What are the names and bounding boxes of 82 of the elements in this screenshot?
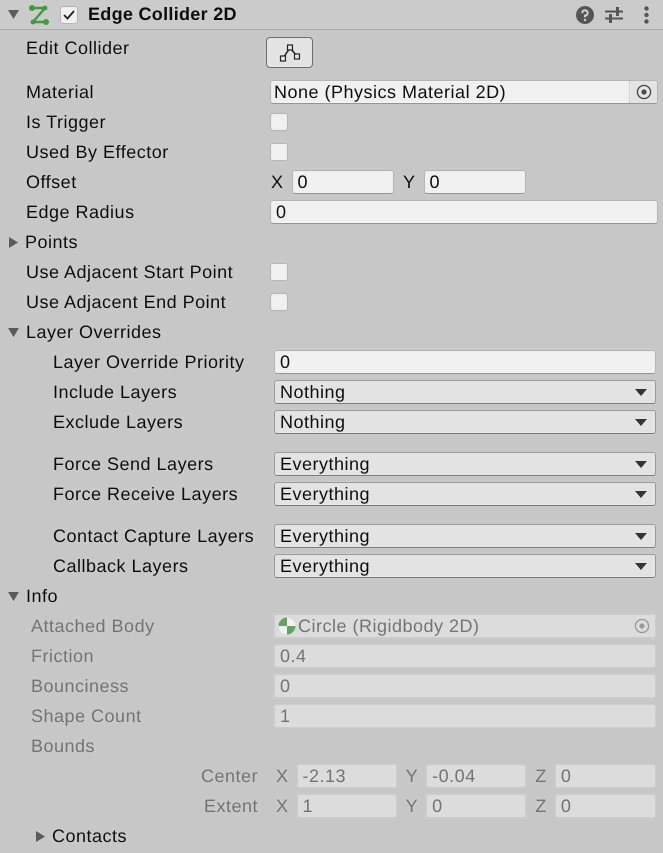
object-field[interactable]: None (Physics Material 2D)	[270, 80, 658, 104]
checkbox[interactable]	[270, 113, 288, 131]
checkbox[interactable]	[270, 143, 288, 161]
caret-down-icon[interactable]	[8, 328, 19, 336]
number-field[interactable]: 0	[274, 350, 656, 374]
enable-checkbox[interactable]	[60, 6, 78, 24]
property-label: Material	[26, 82, 94, 102]
axis-label: Y	[403, 171, 416, 194]
checkbox[interactable]	[270, 263, 288, 281]
number-field: 1	[296, 794, 397, 818]
caret-down-icon	[635, 532, 647, 540]
property-label: Used By Effector	[26, 142, 169, 162]
more-icon[interactable]	[644, 6, 649, 24]
property-label: Center	[200, 766, 258, 786]
axis-label: X	[271, 171, 284, 194]
number-field[interactable]: 0	[424, 170, 526, 194]
checkmark-icon	[63, 10, 75, 20]
property-label: Force Send Layers	[53, 454, 214, 474]
property-label: Edit Collider	[26, 38, 130, 58]
number-field: -0.04	[426, 764, 526, 788]
dropdown[interactable]: Everything	[274, 554, 656, 578]
dropdown[interactable]: Nothing	[274, 410, 656, 434]
property-label: Contact Capture Layers	[53, 526, 254, 546]
axis-label: Y	[406, 765, 418, 788]
number-field[interactable]: 0	[292, 170, 394, 194]
property-label: Offset	[26, 172, 77, 192]
number-field: 1	[274, 704, 656, 728]
property-label: Friction	[31, 646, 94, 666]
property-label: Layer Override Priority	[53, 352, 245, 372]
property-label: Edge Radius	[26, 202, 135, 222]
property-label: Use Adjacent Start Point	[26, 262, 234, 282]
axis-label: Y	[406, 795, 418, 818]
property-label: Callback Layers	[53, 556, 189, 576]
component-title: Edge Collider 2D	[88, 4, 237, 25]
dropdown[interactable]: Everything	[274, 482, 656, 506]
foldout-toggle[interactable]: Contacts	[35, 821, 128, 851]
axis-label: X	[276, 765, 289, 788]
target-icon[interactable]	[636, 84, 652, 100]
sliders-icon[interactable]	[604, 6, 624, 24]
caret-down-icon[interactable]	[8, 592, 19, 600]
caret-right-icon[interactable]	[9, 236, 18, 248]
caret-down-icon	[635, 562, 647, 570]
property-label: Bounciness	[31, 676, 130, 696]
foldout-toggle[interactable]: Points	[8, 227, 78, 257]
caret-down-icon	[635, 388, 647, 396]
object-field: Circle (Rigidbody 2D)	[274, 614, 656, 638]
dropdown[interactable]: Everything	[274, 452, 656, 476]
number-field: 0	[274, 674, 656, 698]
number-field: 0	[554, 794, 656, 818]
target-icon	[634, 618, 650, 634]
checkbox[interactable]	[270, 293, 288, 311]
axis-label: Z	[535, 795, 547, 818]
property-label: Extent	[204, 796, 258, 816]
foldout-toggle[interactable]: Info	[8, 581, 58, 611]
property-label: Is Trigger	[26, 112, 106, 132]
caret-down-icon	[635, 418, 647, 426]
axis-label: X	[276, 795, 289, 818]
number-field: 0	[426, 794, 526, 818]
circle-quadrants-icon	[278, 617, 296, 635]
caret-down-icon	[635, 490, 647, 498]
property-label: Attached Body	[31, 616, 155, 636]
property-label: Force Receive Layers	[53, 484, 238, 504]
foldout-toggle[interactable]: Layer Overrides	[8, 317, 162, 347]
zigzag-line-icon	[28, 4, 50, 26]
dropdown[interactable]: Nothing	[274, 380, 656, 404]
polyline-nodes-icon	[278, 44, 300, 62]
help-icon[interactable]	[576, 6, 594, 24]
property-label: Shape Count	[31, 706, 142, 726]
caret-down-icon	[635, 460, 647, 468]
number-field: -2.13	[296, 764, 397, 788]
property-label: Bounds	[31, 736, 96, 756]
property-label: Include Layers	[53, 382, 178, 402]
dropdown[interactable]: Everything	[274, 524, 656, 548]
axis-label: Z	[535, 765, 547, 788]
number-field: 0.4	[274, 644, 656, 668]
property-label: Use Adjacent End Point	[26, 292, 226, 312]
number-field: 0	[554, 764, 656, 788]
caret-down-icon[interactable]	[8, 10, 19, 19]
number-field[interactable]: 0	[270, 200, 658, 224]
property-label: Exclude Layers	[53, 412, 184, 432]
caret-right-icon[interactable]	[36, 830, 45, 842]
edit-collider-button[interactable]	[266, 37, 313, 68]
